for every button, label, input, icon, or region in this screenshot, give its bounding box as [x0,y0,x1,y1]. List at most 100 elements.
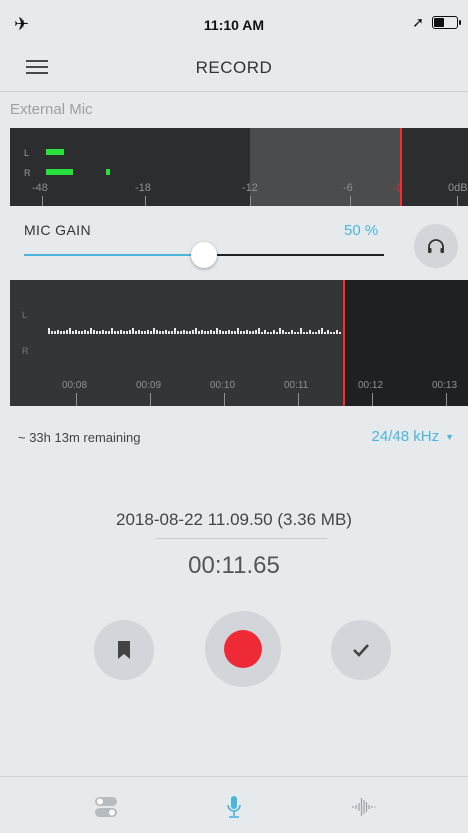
waveform-sample [225,331,227,334]
waveform-tick-mark [446,393,447,406]
meter-tick: -3 [393,182,403,194]
waveform-sample [156,330,158,334]
waveform-sample [258,328,260,334]
waveform-sample [312,332,314,334]
waveform-sample [114,331,116,334]
waveform-sample [318,330,320,334]
waveform-time-tick: 00:08 [62,380,88,391]
filename-divider [155,538,327,539]
waveform-sample [102,330,104,334]
waveform-sample [129,330,131,334]
remaining-time-label: ~ 33h 13m remaining [18,430,141,445]
mic-gain-fill [24,254,204,256]
waveform-sample [126,331,128,334]
meter-tick: -48 [32,182,48,194]
waveform-sample [234,331,236,334]
mic-gain-thumb[interactable] [191,242,217,268]
recording-filename[interactable]: 2018-08-22 11.09.50 (3.36 MB) [0,510,468,530]
waveform-time-tick: 00:11 [284,380,309,391]
waveform-sample [285,332,287,334]
waveform-tick-mark [372,393,373,406]
waveform-sample [153,328,155,334]
waveform-sample [219,330,221,334]
finish-recording-button[interactable] [331,620,391,680]
mic-gain-value: 50 % [344,222,379,239]
waveform-sample [174,328,176,334]
waveform-sample [63,331,65,334]
waveform-sample [90,328,92,334]
waveform-sample [309,330,311,334]
waveform-sample [180,331,182,334]
bookmark-button[interactable] [94,620,154,680]
meter-peak-right [106,169,110,175]
meter-tick: -6 [343,182,353,194]
record-button[interactable] [205,611,281,687]
waveform-tick-mark [298,393,299,406]
waveform-sample [120,330,122,334]
waveform-sample [255,330,257,334]
waveform-sample [54,331,56,334]
battery-level [434,18,444,27]
tab-record[interactable] [214,793,254,821]
waveform-sample [189,331,191,334]
settings-toggle-icon [95,797,117,817]
waveform-sample [57,330,59,334]
waveform-tick-mark [76,393,77,406]
chevron-down-icon: ▼ [445,432,454,443]
waveform-channel-right: R [22,346,29,356]
waveform-sample [150,331,152,334]
battery-icon [432,16,461,29]
waveform-sample [249,331,251,334]
tab-bar [0,776,468,833]
waveform-view[interactable]: L R 00:08 00:09 00:10 00:11 00:12 00:13 [10,280,468,406]
waveform-sample [141,331,143,334]
waveform-sample [279,328,281,334]
waveform-time-tick: 00:09 [136,380,162,391]
bookmark-icon [118,641,130,659]
waveform-sample [159,331,161,334]
tab-settings[interactable] [86,793,126,821]
waveform-sample [123,331,125,334]
waveform-icon [352,798,376,816]
waveform-sample [72,331,74,334]
waveform-sample [195,328,197,334]
waveform-sample [144,331,146,334]
waveform-sample [288,332,290,334]
page-title: RECORD [195,58,273,77]
status-time: 11:10 AM [203,17,265,33]
waveform-sample [267,332,269,334]
waveform-sample [84,330,86,334]
waveform-sample [333,332,335,334]
waveform-sample [237,328,239,334]
meter-tick-mark [42,196,43,206]
meter-tick-mark [145,196,146,206]
waveform-sample [207,331,209,334]
waveform-sample [231,331,233,334]
waveform-sample [300,328,302,334]
meter-tick: -18 [135,182,151,194]
waveform-sample [204,331,206,334]
waveform-sample [261,332,263,334]
waveform-sample [228,330,230,334]
waveform-sample [291,330,293,334]
sample-rate-selector[interactable]: 24/48 kHz ▼ [372,428,454,445]
waveform-sample [66,330,68,334]
waveform-sample [93,330,95,334]
tab-recordings[interactable] [344,793,384,821]
waveform-sample [177,331,179,334]
waveform-sample [213,331,215,334]
waveform-sample [111,328,113,334]
waveform-sample [108,331,110,334]
meter-tick-mark [250,196,251,206]
waveform-playhead [343,280,345,406]
headphones-monitor-button[interactable] [414,224,458,268]
waveform-sample [60,331,62,334]
input-source-label: External Mic [10,101,93,118]
meter-highlight-zone [250,128,400,206]
waveform-sample [168,331,170,334]
waveform-sample [138,330,140,334]
location-arrow-icon: ➚ [412,14,424,30]
waveform-sample [321,328,323,334]
waveform-sample [336,330,338,334]
sample-rate-value: 24/48 kHz [371,428,440,445]
